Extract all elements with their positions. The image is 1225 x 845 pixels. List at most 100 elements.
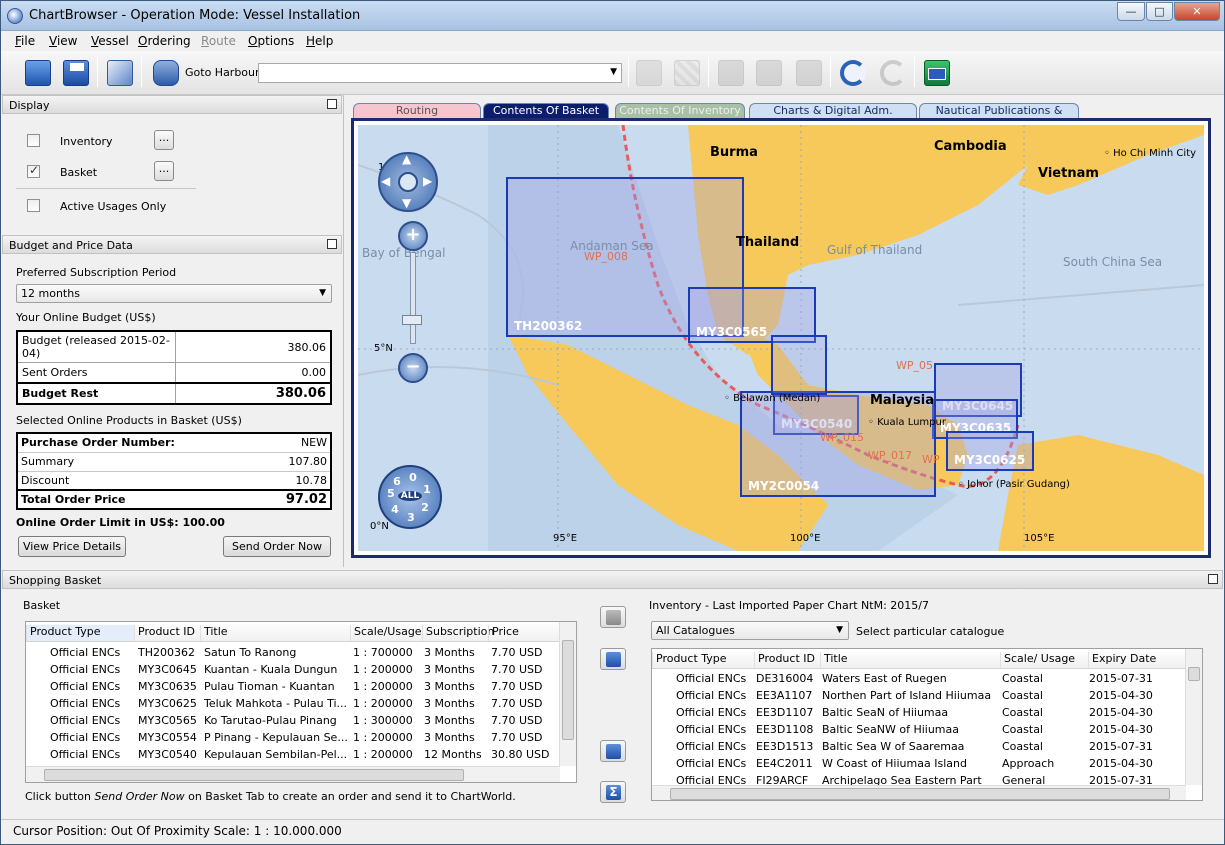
col-product-id[interactable]: Product ID bbox=[754, 652, 820, 668]
level-4[interactable]: 4 bbox=[388, 503, 402, 516]
basket-cell: 3 Months bbox=[424, 714, 475, 727]
inventory-row[interactable]: Official ENCs EE3D1513 Baltic Sea W of Saa… bbox=[652, 739, 1186, 756]
pointer-button[interactable] bbox=[714, 56, 746, 88]
level-2[interactable]: 2 bbox=[418, 501, 432, 514]
col-product-type[interactable]: Product Type bbox=[652, 652, 754, 668]
level-all[interactable]: ALL bbox=[398, 491, 422, 501]
waypoint-wp015[interactable]: WP_015 bbox=[820, 431, 864, 444]
basket-row[interactable]: Official ENCs MY3C0645 Kuantan - Kuala Dun… bbox=[26, 662, 560, 679]
view-price-details-button[interactable]: View Price Details bbox=[18, 536, 126, 557]
binoculars-button[interactable] bbox=[149, 56, 181, 88]
inventory-row[interactable]: Official ENCs EE3D1107 Baltic SeaN of Hiiu… bbox=[652, 705, 1186, 722]
zoom-out-button[interactable]: − bbox=[398, 353, 428, 383]
menu-file[interactable]: File bbox=[15, 34, 35, 48]
zoom-in-button[interactable]: + bbox=[398, 221, 428, 251]
basket-row[interactable]: Official ENCs TH200362 Satun To Ranong 1 : … bbox=[26, 645, 560, 662]
level-5[interactable]: 5 bbox=[384, 487, 398, 500]
maximize-button[interactable]: □ bbox=[1146, 2, 1173, 21]
active-usages-checkbox[interactable] bbox=[27, 199, 40, 212]
pan-up-icon[interactable]: ▲ bbox=[402, 152, 411, 166]
save-button[interactable] bbox=[59, 56, 91, 88]
inventory-horizontal-scrollbar[interactable] bbox=[652, 785, 1186, 800]
enc-cell-my3c0554[interactable] bbox=[771, 335, 827, 395]
pan-right-icon[interactable]: ▶ bbox=[423, 174, 432, 188]
email-button[interactable] bbox=[920, 56, 952, 88]
pan-navigator[interactable]: ▲ ▼ ◀ ▶ bbox=[378, 152, 438, 212]
float-panel-icon[interactable] bbox=[327, 239, 337, 249]
sort-button[interactable] bbox=[600, 740, 626, 762]
goto-harbour-combo[interactable]: ▼ bbox=[258, 63, 622, 83]
catalogue-select[interactable]: All Catalogues ▼ bbox=[651, 621, 849, 640]
tab-charts-digital-products[interactable]: Charts & Digital Adm. Products bbox=[749, 103, 917, 131]
menu-view[interactable]: View bbox=[49, 34, 77, 48]
menu-ordering[interactable]: Ordering bbox=[138, 34, 191, 48]
level-3[interactable]: 3 bbox=[404, 511, 418, 524]
basket-more-button[interactable]: ... bbox=[154, 161, 174, 181]
tab-nautical-publications[interactable]: Nautical Publications & Books bbox=[919, 103, 1079, 131]
col-scale-usage[interactable]: Scale/Usage bbox=[350, 625, 422, 641]
basket-checkbox[interactable] bbox=[27, 163, 40, 178]
basket-check-button[interactable] bbox=[792, 56, 824, 88]
minimize-button[interactable]: — bbox=[1117, 2, 1145, 21]
sum-button[interactable]: Σ bbox=[600, 781, 626, 803]
route-grid-button[interactable] bbox=[632, 56, 664, 88]
splitter[interactable] bbox=[343, 95, 344, 567]
waypoint-wp05[interactable]: WP_05 bbox=[896, 359, 933, 372]
subscription-period-select[interactable]: 12 months ▼ bbox=[16, 284, 332, 303]
inventory-row[interactable]: Official ENCs EE3D1108 Baltic SeaNW of Hii… bbox=[652, 722, 1186, 739]
tab-routing[interactable]: Routing bbox=[353, 103, 481, 119]
basket-add-button[interactable] bbox=[752, 56, 784, 88]
inventory-row[interactable]: Official ENCs DE316004 Waters East of Rueg… bbox=[652, 671, 1186, 688]
route-check-button[interactable] bbox=[670, 56, 702, 88]
menu-route[interactable]: Route bbox=[201, 34, 236, 48]
basket-row[interactable]: Official ENCs MY3C0625 Teluk Mahkota - Pul… bbox=[26, 696, 560, 713]
catalogue-button[interactable] bbox=[103, 56, 135, 88]
move-to-inventory-button[interactable] bbox=[600, 648, 626, 670]
waypoint-wp008[interactable]: WP_008 bbox=[584, 250, 628, 263]
menu-options[interactable]: Options bbox=[248, 34, 294, 48]
inventory-row[interactable]: Official ENCs EE3A1107 Northen Part of Isl… bbox=[652, 688, 1186, 705]
col-subscription[interactable]: Subscription bbox=[422, 625, 494, 641]
reset-view-icon[interactable] bbox=[398, 172, 418, 192]
level-1[interactable]: 1 bbox=[420, 483, 434, 496]
enc-cell-my3c0625[interactable]: MY3C0625 bbox=[946, 431, 1034, 471]
refresh-button[interactable] bbox=[836, 56, 868, 88]
basket-row[interactable]: Official ENCs MY3C0635 Pulau Tioman - Kuan… bbox=[26, 679, 560, 696]
col-scale-usage[interactable]: Scale/ Usage bbox=[1000, 652, 1088, 668]
col-title[interactable]: Title bbox=[820, 652, 1000, 668]
col-product-id[interactable]: Product ID bbox=[134, 625, 200, 641]
move-to-basket-button[interactable] bbox=[600, 606, 626, 628]
pan-left-icon[interactable]: ◀ bbox=[381, 174, 390, 188]
level-0[interactable]: 0 bbox=[406, 471, 420, 484]
float-panel-icon[interactable] bbox=[1208, 574, 1218, 584]
zoom-slider-track[interactable] bbox=[410, 252, 416, 344]
tab-contents-of-basket[interactable]: Contents Of Basket bbox=[483, 103, 609, 119]
col-title[interactable]: Title bbox=[200, 625, 350, 641]
inventory-row[interactable]: Official ENCs EE4C2011 W Coast of Hiiumaa … bbox=[652, 756, 1186, 773]
basket-row[interactable]: Official ENCs MY3C0565 Ko Tarutao-Pulau Pi… bbox=[26, 713, 560, 730]
chart-map[interactable]: TH200362 MY3C0565 MY3C0645 MY3C0635 MY3C… bbox=[358, 125, 1204, 551]
close-button[interactable]: ✕ bbox=[1174, 2, 1220, 21]
col-price[interactable]: Price bbox=[488, 625, 560, 641]
display-level-dial[interactable]: 6 0 1 2 3 4 5 ALL bbox=[378, 465, 442, 529]
basket-row[interactable]: Official ENCs MY3C0540 Kepulauan Sembilan-… bbox=[26, 747, 560, 764]
waypoint-wp017[interactable]: WP_017 bbox=[868, 449, 912, 462]
waypoint-wp[interactable]: WP bbox=[922, 453, 940, 466]
refresh-disabled-button[interactable] bbox=[876, 56, 908, 88]
basket-row[interactable]: Official ENCs MY3C0554 P Pinang - Kepulaua… bbox=[26, 730, 560, 747]
menu-help[interactable]: Help bbox=[306, 34, 333, 48]
col-product-type[interactable]: Product Type bbox=[26, 625, 134, 641]
inventory-more-button[interactable]: ... bbox=[154, 130, 174, 150]
basket-vertical-scrollbar[interactable] bbox=[559, 622, 576, 766]
menu-vessel[interactable]: Vessel bbox=[91, 34, 129, 48]
float-panel-icon[interactable] bbox=[327, 99, 337, 109]
basket-horizontal-scrollbar[interactable] bbox=[26, 766, 560, 782]
open-folder-button[interactable] bbox=[21, 56, 53, 88]
zoom-slider-thumb[interactable] bbox=[402, 315, 422, 325]
send-order-now-button[interactable]: Send Order Now bbox=[223, 536, 331, 557]
tab-contents-of-inventory[interactable]: Contents Of Inventory bbox=[615, 103, 745, 119]
pan-down-icon[interactable]: ▼ bbox=[402, 196, 411, 210]
inventory-checkbox[interactable] bbox=[27, 134, 40, 147]
col-expiry-date[interactable]: Expiry Date bbox=[1088, 652, 1186, 668]
inventory-vertical-scrollbar[interactable] bbox=[1185, 649, 1202, 785]
